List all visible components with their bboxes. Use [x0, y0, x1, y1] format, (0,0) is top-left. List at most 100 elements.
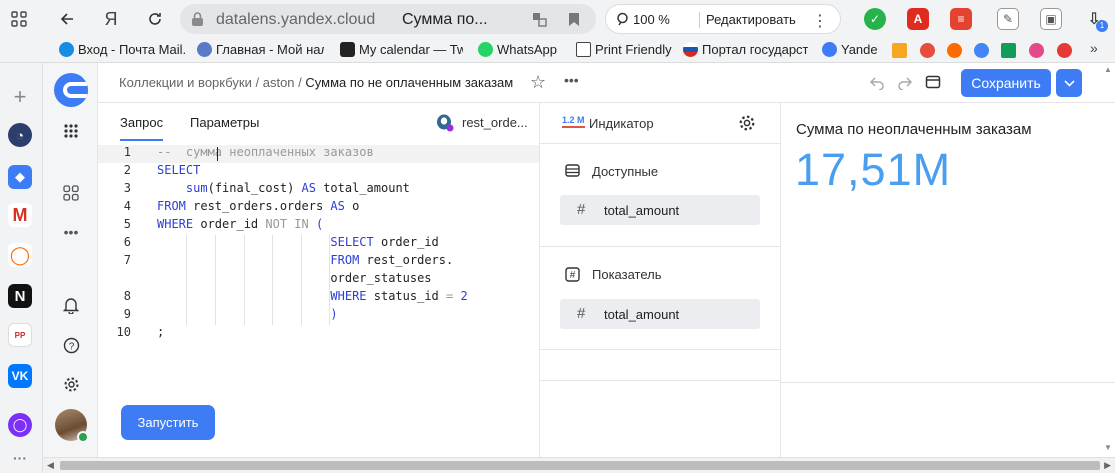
line-number: 5 — [123, 217, 131, 231]
check-app-icon[interactable] — [1057, 43, 1072, 58]
code-line[interactable]: order_statuses — [98, 271, 539, 289]
datalens-logo-icon[interactable] — [54, 73, 88, 107]
code-line[interactable]: 1 -- сумма неоплаченных заказов — [98, 145, 539, 163]
alice-icon[interactable]: ◯ — [8, 413, 32, 437]
yandex-logo-icon[interactable]: Я — [99, 7, 123, 31]
cube-app-icon[interactable]: ◆ — [8, 165, 32, 189]
visualization-type-label[interactable]: Индикатор — [589, 116, 654, 131]
code-line[interactable]: 8 WHERE status_id = 2 — [98, 289, 539, 307]
scroll-right-icon[interactable]: ▶ — [1104, 460, 1111, 471]
services-grid-icon[interactable] — [59, 119, 83, 143]
bookmark-nalog[interactable]: Главная - Мой нал — [197, 42, 324, 57]
vpn-extension-icon[interactable]: ✓ — [864, 8, 886, 30]
gmail-icon[interactable]: M — [8, 203, 32, 227]
tab-parameters[interactable]: Параметры — [190, 115, 259, 130]
header-more-icon[interactable]: ••• — [564, 72, 579, 88]
code-line[interactable]: 3 sum(final_cost) AS total_amount — [98, 181, 539, 199]
speed-dial-icon[interactable]: ◔ — [8, 123, 32, 147]
pink-app-icon[interactable] — [1029, 43, 1044, 58]
bookmark-mail[interactable]: Вход - Почта Mail. — [59, 42, 189, 57]
code-line[interactable]: 6 SELECT order_id — [98, 235, 539, 253]
bookmarks-more-icon[interactable]: » — [1090, 40, 1098, 56]
avatar-status-badge — [77, 431, 89, 443]
settings-gear-icon[interactable] — [59, 372, 83, 396]
line-number: 6 — [123, 235, 131, 249]
pp-app-icon[interactable]: PP — [8, 323, 32, 347]
breadcrumb-folder[interactable]: aston — [263, 75, 295, 90]
horizontal-scroll-thumb[interactable] — [60, 461, 1100, 470]
bookmark-calendar[interactable]: My calendar — Tw — [340, 42, 463, 57]
vk-icon[interactable]: VK — [8, 364, 32, 388]
horizontal-scrollbar[interactable]: ◀ ▶ — [43, 457, 1115, 473]
code-token: o — [344, 199, 360, 213]
google-icon[interactable] — [974, 43, 989, 58]
wizard-divider — [540, 246, 780, 247]
favorite-star-icon[interactable]: ☆ — [530, 72, 546, 93]
measure-hash-box-icon: # — [565, 267, 580, 285]
connection-label[interactable]: rest_orde... — [462, 115, 528, 130]
visualization-settings-gear-icon[interactable] — [738, 114, 756, 135]
reload-icon[interactable] — [143, 7, 167, 31]
collections-nav-icon[interactable] — [59, 181, 83, 205]
more-vert-icon[interactable]: ⋮ — [812, 11, 828, 31]
notifications-bell-icon[interactable] — [59, 293, 83, 317]
wizard-panel: 1.2 M Индикатор Доступные # total_amount… — [540, 103, 781, 457]
line-number: 1 — [123, 145, 131, 159]
orange-app-icon[interactable] — [947, 43, 962, 58]
bookmark-printfriendly[interactable]: Print Friendly — [576, 42, 676, 57]
code-line[interactable]: 5 WHERE order_id NOT IN ( — [98, 217, 539, 235]
back-icon[interactable] — [55, 7, 79, 31]
nav-more-icon[interactable]: ••• — [59, 220, 83, 244]
extensions-icon[interactable]: ✎ — [997, 8, 1019, 30]
code-text: sum(final_cost) AS total_amount — [157, 181, 410, 195]
orange-ring-icon[interactable]: ◯ — [8, 243, 32, 267]
code-line[interactable]: 9 ) — [98, 307, 539, 325]
indicator-value: 17,51M — [795, 144, 952, 195]
chart-preview: Сумма по неоплаченным заказам 17,51M — [781, 103, 1115, 383]
mail-envelope-icon[interactable] — [892, 43, 907, 58]
undo-icon[interactable] — [869, 74, 885, 93]
scroll-left-icon[interactable]: ◀ — [47, 460, 54, 471]
code-token: rest_orders.orders — [185, 199, 331, 213]
notion-icon[interactable]: N — [8, 284, 32, 308]
bookmark-gosuslugi[interactable]: Портал государст — [683, 42, 808, 57]
dataset-fields-icon — [565, 164, 580, 180]
scroll-down-icon[interactable]: ▼ — [1104, 443, 1112, 452]
zoom-level[interactable]: 100 % — [633, 12, 670, 27]
sql-editor[interactable]: 1 -- сумма неоплаченных заказов 2 SELECT 3 s… — [98, 145, 539, 343]
code-line[interactable]: 4 FROM rest_orders.orders AS o — [98, 199, 539, 217]
edit-page-button[interactable]: Редактировать — [706, 12, 796, 27]
code-line[interactable]: 10; — [98, 325, 539, 343]
scroll-up-icon[interactable]: ▲ — [1104, 65, 1112, 74]
todoist-extension-icon[interactable]: ≡ — [950, 8, 972, 30]
side-more-icon[interactable]: ··· — [8, 446, 32, 470]
line-number: 10 — [116, 325, 131, 339]
redo-icon[interactable] — [897, 74, 913, 93]
available-field-chip[interactable]: # total_amount — [560, 195, 760, 225]
tabs-grid-icon[interactable] — [7, 7, 31, 31]
breadcrumb-collections[interactable]: Коллекции и воркбуки — [119, 75, 252, 90]
code-line[interactable]: 2 SELECT — [98, 163, 539, 181]
code-token: 2 — [453, 289, 468, 303]
code-token: ; — [157, 325, 165, 339]
add-panel-icon[interactable]: + — [8, 84, 32, 109]
window-layout-icon[interactable] — [925, 74, 941, 93]
run-button[interactable]: Запустить — [121, 405, 215, 440]
sheets-icon[interactable] — [1001, 43, 1016, 58]
bookmark-yandex[interactable]: Yande — [822, 42, 879, 57]
translate-icon[interactable] — [532, 12, 547, 30]
zoom-separator — [699, 12, 700, 28]
bookmark-icon[interactable] — [568, 12, 580, 30]
help-icon[interactable]: ? — [59, 333, 83, 357]
collections-icon[interactable]: ▣ — [1040, 8, 1062, 30]
tab-query[interactable]: Запрос — [120, 115, 164, 141]
address-bar[interactable]: datalens.yandex.cloud Сумма по... — [180, 4, 596, 34]
measure-field-chip[interactable]: # total_amount — [560, 299, 760, 329]
pdf-extension-icon[interactable]: A — [907, 8, 929, 30]
code-line[interactable]: 7 FROM rest_orders. — [98, 253, 539, 271]
save-button[interactable]: Сохранить — [961, 69, 1051, 97]
bookmark-whatsapp[interactable]: WhatsApp — [478, 42, 568, 57]
red-app-icon[interactable] — [920, 43, 935, 58]
save-options-chevron-icon[interactable] — [1056, 69, 1082, 97]
